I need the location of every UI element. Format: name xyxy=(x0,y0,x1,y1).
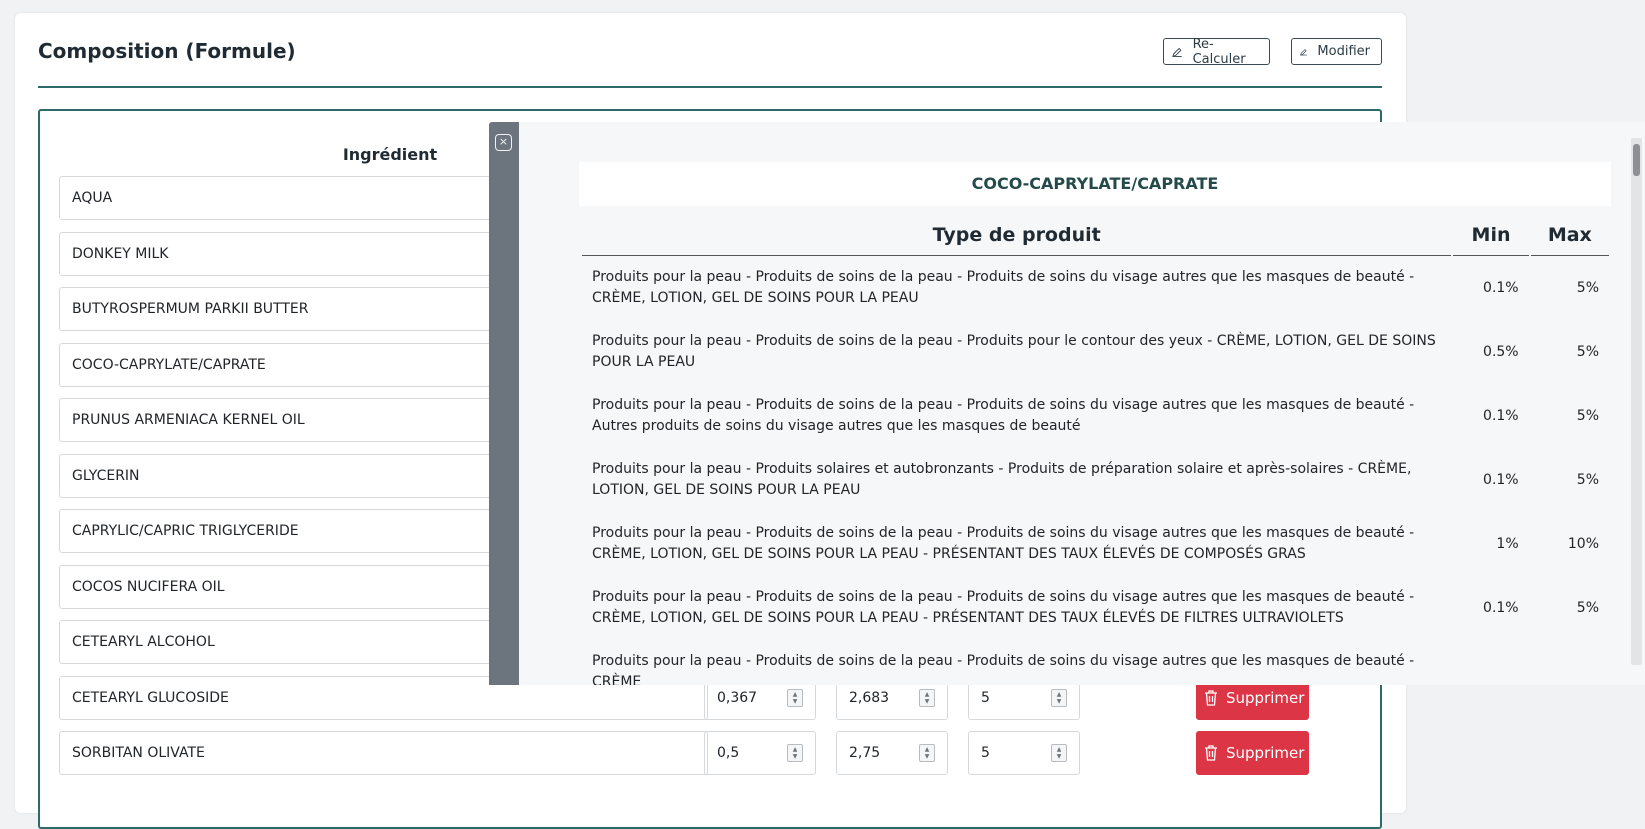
product-min-cell: 0.1% xyxy=(1483,407,1519,424)
product-type-cell: Produits pour la peau - Produits de soin… xyxy=(592,589,1415,626)
product-max-cell: 10% xyxy=(1567,535,1599,552)
product-max-cell: 5% xyxy=(1576,407,1599,424)
table-row: Produits pour la peau - Produits de soin… xyxy=(582,640,1609,685)
product-min-cell: 1% xyxy=(1496,535,1519,552)
page-title: Composition (Formule) xyxy=(38,39,296,63)
spinner-arrows-icon[interactable]: ▲ ▼ xyxy=(919,744,935,762)
product-min-cell xyxy=(1453,640,1528,685)
table-row: Produits pour la peau - Produits de soin… xyxy=(582,256,1609,320)
product-min-cell: 0.1% xyxy=(1483,471,1519,488)
pencil-icon xyxy=(1172,47,1182,57)
max-column-header: Max xyxy=(1530,214,1609,256)
table-row: Produits pour la peau - Produits solaire… xyxy=(582,448,1609,512)
product-max-cell: 5% xyxy=(1576,471,1599,488)
product-max-cell: 5% xyxy=(1576,599,1599,616)
product-min-cell: 0.5% xyxy=(1483,343,1519,360)
table-row: Produits pour la peau - Produits de soin… xyxy=(582,384,1609,448)
close-icon[interactable]: × xyxy=(495,134,512,151)
scrollbar-thumb[interactable] xyxy=(1633,144,1640,176)
quantity-value: 5 xyxy=(981,745,990,761)
table-row: Produits pour la peau - Produits de soin… xyxy=(582,320,1609,384)
table-row: Produits pour la peau - Produits de soin… xyxy=(582,512,1609,576)
delete-label: Supprimer xyxy=(1226,744,1305,762)
spinner-arrows-icon[interactable]: ▲ ▼ xyxy=(787,744,803,762)
product-max-cell: 5% xyxy=(1576,343,1599,360)
modal-side-bar: × xyxy=(489,122,519,685)
product-max-cell: 5% xyxy=(1576,279,1599,296)
modify-label: Modifier xyxy=(1317,44,1370,59)
ingredient-name-field[interactable]: SORBITAN OLIVATE xyxy=(59,731,708,775)
product-max-cell xyxy=(1531,640,1609,685)
product-type-table: Type de produit Min Max Produits pour la… xyxy=(580,214,1611,685)
quantity-value: 0,5 xyxy=(717,745,740,761)
product-min-cell: 0.1% xyxy=(1483,599,1519,616)
product-type-cell: Produits pour la peau - Produits solaire… xyxy=(592,461,1412,498)
title-divider xyxy=(38,86,1382,88)
trash-icon xyxy=(1205,745,1217,761)
trash-icon xyxy=(1205,689,1217,706)
product-type-cell: Produits pour la peau - Produits de soin… xyxy=(592,525,1415,562)
quantity-stepper[interactable]: 5 ▲ ▼ xyxy=(968,731,1080,775)
quantity-value: 2,75 xyxy=(849,745,881,761)
spinner-arrows-icon[interactable]: ▲ ▼ xyxy=(1051,744,1067,762)
min-column-header: Min xyxy=(1453,214,1529,256)
ingredient-row: SORBITAN OLIVATE 0,5 ▲ ▼ 2,75 ▲ ▼ 5 ▲ ▼ Supprimer xyxy=(59,731,1359,775)
usage-limits-modal: COCO-CAPRYLATE/CAPRATE Type de produit M… xyxy=(519,122,1645,685)
modal-ingredient-title: COCO-CAPRYLATE/CAPRATE xyxy=(579,162,1611,206)
product-type-cell: Produits pour la peau - Produits de soin… xyxy=(592,397,1415,434)
spinner-arrows-icon[interactable]: ▲ ▼ xyxy=(919,688,935,707)
recalculate-button[interactable]: Re-Calculer xyxy=(1163,36,1270,67)
modal-scrollbar[interactable] xyxy=(1631,138,1642,665)
pencil-icon xyxy=(1300,48,1307,56)
delete-label: Supprimer xyxy=(1226,688,1305,707)
spinner-arrows-icon[interactable]: ▲ ▼ xyxy=(787,688,803,707)
quantity-stepper[interactable]: 2,75 ▲ ▼ xyxy=(836,731,948,775)
delete-button[interactable]: Supprimer xyxy=(1196,731,1309,775)
recalculate-label: Re-Calculer xyxy=(1192,36,1246,67)
product-type-cell: Produits pour la peau - Produits de soin… xyxy=(592,653,1415,685)
quantity-value: 2,683 xyxy=(849,689,890,706)
spinner-arrows-icon[interactable]: ▲ ▼ xyxy=(1051,688,1067,707)
product-type-cell: Produits pour la peau - Produits de soin… xyxy=(592,333,1436,370)
product-type-cell: Produits pour la peau - Produits de soin… xyxy=(592,269,1415,306)
table-row: Produits pour la peau - Produits de soin… xyxy=(582,576,1609,640)
quantity-stepper[interactable]: 0,5 ▲ ▼ xyxy=(704,731,816,775)
product-min-cell: 0.1% xyxy=(1483,279,1519,296)
quantity-value: 5 xyxy=(981,689,990,706)
type-column-header: Type de produit xyxy=(582,214,1452,256)
quantity-value: 0,367 xyxy=(717,689,758,706)
modify-button[interactable]: Modifier xyxy=(1291,38,1382,65)
